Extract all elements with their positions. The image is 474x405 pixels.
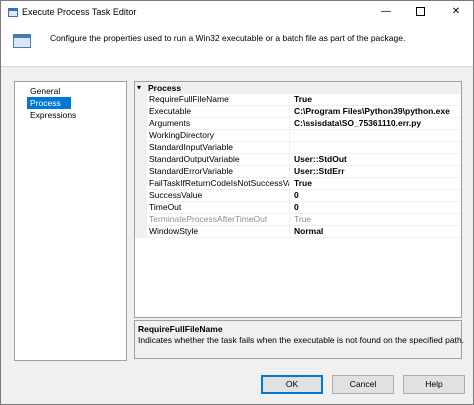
row-gutter [135,118,147,130]
property-row[interactable]: RequireFullFileName True [135,94,461,106]
maximize-icon [415,6,425,16]
close-button[interactable]: ✕ [439,1,473,25]
property-value[interactable] [294,130,460,142]
property-value[interactable]: C:\ssisdata\SO_75361110.err.py [294,118,460,130]
row-gutter [135,190,147,202]
property-name[interactable]: StandardErrorVariable [149,166,290,178]
sidebar-item-general[interactable]: General [15,85,126,97]
property-grid: ▾ Process RequireFullFileName True Executa… [134,81,462,318]
execute-process-task-editor-window: Execute Process Task Editor — ✕ Configur… [0,0,474,405]
collapse-toggle-icon[interactable]: ▾ [137,82,141,94]
description-panel: RequireFullFileName Indicates whether th… [134,320,465,359]
category-label: Process [148,83,182,93]
property-row[interactable]: TimeOut 0 [135,202,461,214]
property-name[interactable]: TerminateProcessAfterTimeOut [149,214,290,226]
property-row[interactable]: TerminateProcessAfterTimeOut True [135,214,461,226]
row-gutter [135,226,147,238]
property-row[interactable]: StandardErrorVariable User::StdErr [135,166,461,178]
header-description: Configure the properties used to run a W… [50,33,406,43]
description-text: Indicates whether the task fails when th… [138,335,465,345]
minimize-button[interactable]: — [369,1,403,25]
property-name[interactable]: StandardOutputVariable [149,154,290,166]
property-name[interactable]: SuccessValue [149,190,290,202]
cancel-button[interactable]: Cancel [332,375,394,394]
property-name[interactable]: TimeOut [149,202,290,214]
row-gutter [135,214,147,226]
property-value[interactable]: 0 [294,190,460,202]
property-row[interactable]: WorkingDirectory [135,130,461,142]
property-row[interactable]: SuccessValue 0 [135,190,461,202]
row-gutter [135,106,147,118]
row-gutter [135,178,147,190]
property-value[interactable]: 0 [294,202,460,214]
property-name[interactable]: WorkingDirectory [149,130,290,142]
property-row[interactable]: StandardOutputVariable User::StdOut [135,154,461,166]
ok-button[interactable]: OK [261,375,323,394]
row-gutter [135,154,147,166]
page-navigation-list: General Process Expressions [14,81,127,361]
property-row[interactable]: Executable C:\Program Files\Python39\pyth… [135,106,461,118]
process-icon [13,34,31,48]
property-value[interactable]: True [294,214,460,226]
property-value[interactable] [294,142,460,154]
header-panel: Configure the properties used to run a W… [1,25,473,67]
row-gutter [135,202,147,214]
property-row[interactable]: FailTaskIfReturnCodeIsNotSuccessValue Tru… [135,178,461,190]
title-bar[interactable]: Execute Process Task Editor — ✕ [1,1,473,25]
property-row[interactable]: StandardInputVariable [135,142,461,154]
property-value[interactable]: Normal [294,226,460,238]
property-name[interactable]: Arguments [149,118,290,130]
sidebar-item-process[interactable]: Process [27,97,71,109]
task-editor-icon [8,8,18,17]
row-gutter [135,142,147,154]
help-button[interactable]: Help [403,375,465,394]
property-name[interactable]: WindowStyle [149,226,290,238]
row-gutter [135,166,147,178]
description-title: RequireFullFileName [138,324,223,334]
row-gutter [135,130,147,142]
window-title: Execute Process Task Editor [22,7,137,17]
property-value[interactable]: User::StdErr [294,166,460,178]
property-value[interactable]: C:\Program Files\Python39\python.exe [294,106,460,118]
property-name[interactable]: StandardInputVariable [149,142,290,154]
row-gutter [135,94,147,106]
property-value[interactable]: True [294,94,460,106]
property-row[interactable]: Arguments C:\ssisdata\SO_75361110.err.py [135,118,461,130]
property-value[interactable]: User::StdOut [294,154,460,166]
property-value[interactable]: True [294,178,460,190]
property-name[interactable]: FailTaskIfReturnCodeIsNotSuccessValue [149,178,290,190]
property-name[interactable]: RequireFullFileName [149,94,290,106]
property-name[interactable]: Executable [149,106,290,118]
category-row-process[interactable]: ▾ Process [135,82,461,94]
sidebar-item-expressions[interactable]: Expressions [15,109,126,121]
property-row[interactable]: WindowStyle Normal [135,226,461,238]
maximize-button[interactable] [403,1,437,25]
